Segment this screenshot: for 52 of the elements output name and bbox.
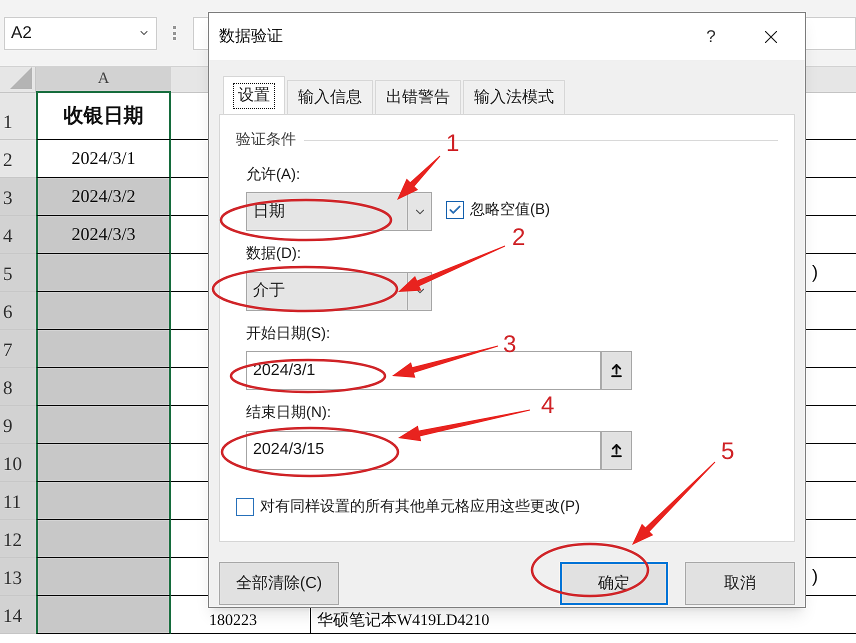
row-number[interactable]: 1 [0, 93, 36, 140]
field-label: 数据(D): [246, 244, 301, 264]
annotation-number: 2 [512, 226, 526, 250]
column-header[interactable]: A [36, 67, 171, 93]
row-number[interactable]: 9 [0, 406, 36, 444]
window-title: 数据验证 [219, 26, 283, 46]
input-field[interactable]: 2024/3/1 [246, 351, 601, 390]
checkbox[interactable] [236, 498, 254, 516]
row-number[interactable]: 13 [0, 558, 36, 596]
row-number[interactable]: 12 [0, 520, 36, 558]
help-button[interactable]: ? [691, 24, 731, 50]
field-label: 结束日期(N): [246, 403, 331, 423]
dialog-button[interactable]: 全部清除(C) [219, 562, 339, 605]
field-label: 开始日期(S): [246, 324, 330, 344]
row-number[interactable]: 8 [0, 368, 36, 406]
row-number[interactable]: 3 [0, 178, 36, 216]
field-label: 允许(A): [246, 164, 300, 184]
row-number[interactable]: 4 [0, 216, 36, 254]
dialog-button[interactable]: 确定 [560, 562, 668, 605]
check-icon [448, 202, 462, 217]
collapse-button[interactable] [601, 351, 632, 390]
tab[interactable]: 输入信息 [287, 80, 373, 114]
tab[interactable]: 设置 [223, 76, 285, 114]
row-number[interactable]: 7 [0, 330, 36, 368]
collapse-button[interactable] [601, 430, 632, 470]
table-cell: 收银日期 [36, 93, 171, 140]
upload-icon [609, 363, 624, 378]
row-number[interactable]: 5 [0, 254, 36, 292]
table-cell: 2024/3/3 [36, 216, 171, 254]
name-box[interactable]: A2 [4, 16, 157, 50]
row-number[interactable]: 14 [0, 596, 36, 634]
dialog-button[interactable]: 取消 [685, 562, 795, 605]
dropdown[interactable]: 介于 [246, 272, 432, 310]
annotation-number: 4 [541, 394, 554, 418]
table-cell: 2024/3/1 [36, 140, 171, 178]
table-cell: 2024/3/2 [36, 178, 171, 216]
row-number[interactable]: 6 [0, 292, 36, 330]
checkbox-label: 忽略空值(B) [470, 200, 550, 220]
grip-icon [173, 26, 177, 40]
tab[interactable]: 出错警告 [375, 80, 461, 114]
checkbox[interactable] [446, 200, 464, 219]
row-number[interactable]: 11 [0, 482, 36, 520]
row-number[interactable]: 10 [0, 444, 36, 482]
input-field[interactable]: 2024/3/15 [246, 430, 601, 470]
row-number[interactable]: 2 [0, 140, 36, 178]
tab[interactable]: 输入法模式 [463, 80, 565, 114]
annotation-number: 1 [446, 132, 460, 156]
upload-icon [609, 442, 624, 458]
checkbox-label: 对有同样设置的所有其他单元格应用这些更改(P) [260, 496, 580, 516]
annotation-number: 5 [721, 440, 734, 464]
annotation-arrow [397, 156, 440, 200]
section-title: 验证条件 [236, 130, 296, 150]
